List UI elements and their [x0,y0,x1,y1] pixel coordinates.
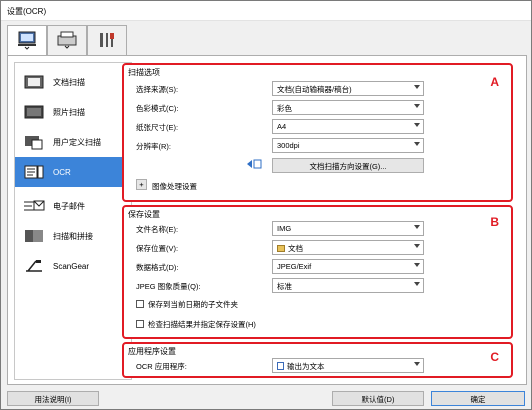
color-mode-select[interactable]: 彩色 [272,100,424,115]
save-location-label: 保存位置(V): [136,244,179,253]
filename-field[interactable]: IMG [272,221,424,236]
check-results-label: 检查扫描结果并指定保存设置(H) [148,319,256,329]
defaults-button[interactable]: 默认值(D) [332,391,424,406]
sidebar-item-label: 照片扫描 [53,107,85,117]
help-button[interactable]: 用法说明(I) [7,391,99,406]
color-mode-row: 色彩模式(C): 彩色 [136,100,506,116]
title-bar: 设置(OCR) [1,1,531,21]
checkbox-box[interactable] [136,320,144,328]
stitch-icon [21,226,47,246]
subfolder-label: 保存到当前日期的子文件夹 [148,299,238,309]
expand-image-processing-button[interactable]: + [136,179,147,190]
paper-size-row: 纸张尺寸(E): A4 [136,119,506,135]
chevron-down-icon [414,123,420,127]
source-row: 选择来源(S): 文档(自动输稿器/稿台) [136,81,506,97]
orientation-settings-button[interactable]: 文档扫描方向设置(G)... [272,158,424,173]
general-settings-icon [96,30,118,52]
app-settings-group: 应用程序设置 C OCR 应用程序: 输出为文本 [122,342,513,378]
save-location-select[interactable]: 文档 [272,240,424,255]
chevron-down-icon [414,142,420,146]
save-settings-group: 保存设置 B 文件名称(E): IMG 保存位置(V): 文档 数据格式(D):… [122,205,513,339]
sidebar-item-label: 电子邮件 [53,201,85,211]
paper-size-select[interactable]: A4 [272,119,424,134]
chevron-down-icon [414,244,420,248]
orientation-icon [246,158,262,172]
chevron-down-icon [414,362,420,366]
filename-label: 文件名称(E): [136,225,179,234]
folder-icon [277,245,285,252]
jpeg-quality-select[interactable]: 标准 [272,278,424,293]
chevron-down-icon [414,225,420,229]
scan-from-panel-icon [56,30,78,52]
filename-row: 文件名称(E): IMG [136,221,506,237]
ocr-app-select[interactable]: 输出为文本 [272,358,424,373]
custom-scan-icon [21,132,47,152]
check-results-checkbox[interactable]: 检查扫描结果并指定保存设置(H) [136,318,256,330]
color-mode-label: 色彩模式(C): [136,104,179,113]
ok-button[interactable]: 确定 [431,391,525,406]
email-icon [21,196,47,216]
scan-type-sidebar: 文档扫描 照片扫描 用户定义扫描 OCR 电子邮件 扫描和拼接 ScanGear [14,62,132,380]
sidebar-item-label: OCR [53,167,71,177]
resolution-select[interactable]: 300dpi [272,138,424,153]
source-select[interactable]: 文档(自动输稿器/稿台) [272,81,424,96]
ocr-app-row: OCR 应用程序: 输出为文本 [136,358,506,374]
scan-from-computer-icon [16,30,38,52]
data-format-label: 数据格式(D): [136,263,179,272]
chevron-down-icon [414,104,420,108]
document-scan-icon [21,72,47,92]
tab-general-settings[interactable] [87,25,127,55]
chevron-down-icon [414,85,420,89]
source-label: 选择来源(S): [136,85,179,94]
group-header: 应用程序设置 [128,347,176,356]
photo-scan-icon [21,102,47,122]
ocr-app-label: OCR 应用程序: [136,362,187,371]
subfolder-checkbox[interactable]: 保存到当前日期的子文件夹 [136,298,238,310]
jpeg-quality-row: JPEG 图象质量(Q): 标准 [136,278,506,294]
group-header: 保存设置 [128,210,160,219]
resolution-row: 分辨率(R): 300dpi [136,138,506,154]
sidebar-item-stitch[interactable]: 扫描和拼接 [15,221,131,251]
sidebar-item-email[interactable]: 电子邮件 [15,191,131,221]
tab-scan-from-panel[interactable] [47,25,87,55]
image-processing-label: 图像处理设置 [152,182,197,191]
group-header: 扫描选项 [128,68,160,77]
data-format-row: 数据格式(D): JPEG/Exif [136,259,506,275]
sidebar-item-custom-scan[interactable]: 用户定义扫描 [15,127,131,157]
scan-options-group: 扫描选项 A 选择来源(S): 文档(自动输稿器/稿台) 色彩模式(C): 彩色… [122,63,513,202]
chevron-down-icon [414,263,420,267]
sidebar-item-ocr[interactable]: OCR [15,157,131,187]
checkbox-box[interactable] [136,300,144,308]
sidebar-item-label: 文档扫描 [53,77,85,87]
save-location-row: 保存位置(V): 文档 [136,240,506,256]
sidebar-item-photo-scan[interactable]: 照片扫描 [15,97,131,127]
window-title: 设置(OCR) [7,7,47,16]
ocr-icon [21,162,47,182]
sidebar-item-scangear[interactable]: ScanGear [15,251,131,281]
sidebar-item-label: 用户定义扫描 [53,137,101,147]
sidebar-item-label: 扫描和拼接 [53,231,93,241]
data-format-select[interactable]: JPEG/Exif [272,259,424,274]
text-file-icon [277,362,284,370]
sidebar-item-document-scan[interactable]: 文档扫描 [15,67,131,97]
paper-size-label: 纸张尺寸(E): [136,123,179,132]
tab-scan-from-computer[interactable] [7,25,47,56]
settings-window: 设置(OCR) 文档扫描 照片扫描 用户定义扫描 OCR 电子邮件 扫描和拼接 … [0,0,532,410]
resolution-label: 分辨率(R): [136,142,171,151]
sidebar-item-label: ScanGear [53,261,90,271]
jpeg-quality-label: JPEG 图象质量(Q): [136,282,201,291]
chevron-down-icon [414,282,420,286]
scangear-icon [21,256,47,276]
